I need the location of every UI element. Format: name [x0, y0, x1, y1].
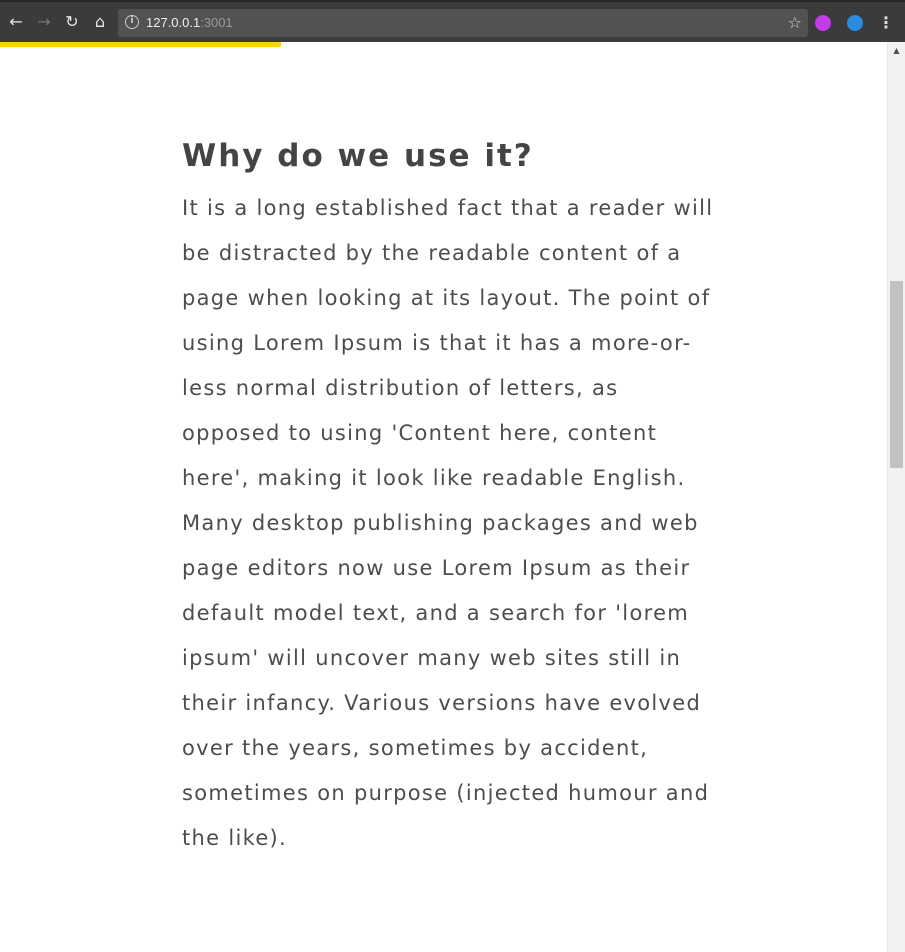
url-host: 127.0.0.1 — [146, 15, 201, 30]
blue-compass-extension-icon[interactable] — [847, 15, 863, 31]
vertical-scrollbar[interactable]: ▲ — [887, 42, 905, 952]
forward-arrow-icon[interactable]: → — [34, 12, 54, 32]
article: Why do we use it? It is a long establish… — [182, 134, 742, 861]
loading-progress-bar — [0, 42, 281, 47]
article-heading: Why do we use it? — [182, 138, 534, 174]
scroll-up-arrow-icon[interactable]: ▲ — [888, 44, 905, 58]
back-arrow-icon[interactable]: ← — [6, 12, 26, 32]
address-bar[interactable]: i 127.0.0.1:3001 ☆ — [118, 9, 808, 37]
browser-toolbar: ← → ↻ ⌂ i 127.0.0.1:3001 ☆ ⋮ — [0, 0, 905, 42]
url-port: :3001 — [200, 15, 233, 30]
kebab-menu-icon[interactable]: ⋮ — [878, 13, 894, 33]
home-icon[interactable]: ⌂ — [90, 12, 110, 32]
scrollbar-thumb[interactable] — [890, 281, 903, 468]
star-icon[interactable]: ☆ — [788, 13, 802, 33]
magenta-extension-icon[interactable] — [815, 15, 831, 31]
reload-icon[interactable]: ↻ — [62, 12, 82, 32]
info-icon[interactable]: i — [125, 15, 139, 29]
article-body: It is a long established fact that a rea… — [182, 196, 714, 850]
url-text[interactable]: 127.0.0.1:3001 — [146, 15, 233, 31]
